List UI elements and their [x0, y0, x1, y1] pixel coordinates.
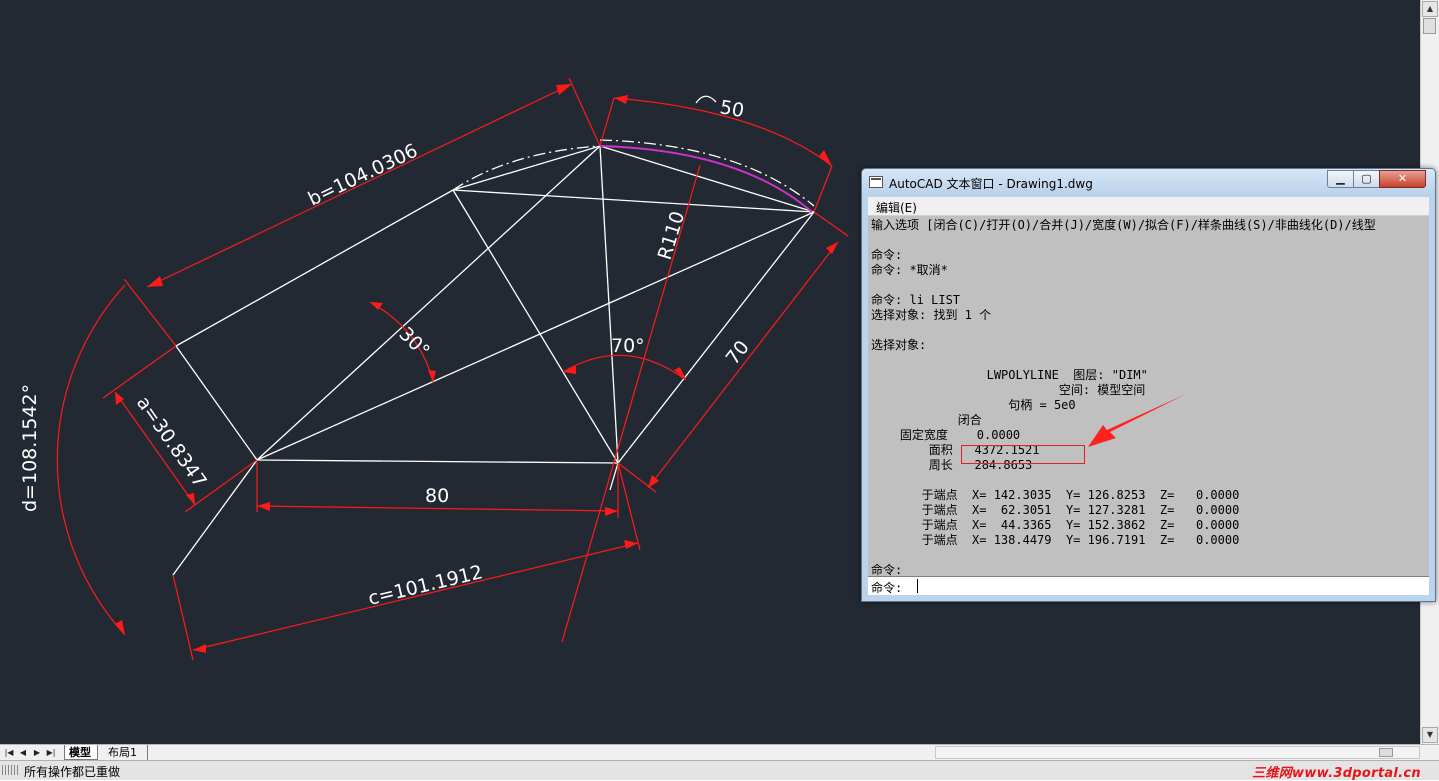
- polygon-outline: [175, 145, 816, 464]
- vertical-scroll-thumb[interactable]: [1423, 18, 1436, 34]
- last-tab-icon[interactable]: ▶|: [45, 746, 57, 759]
- dim-70-angle-text: 70°: [611, 335, 645, 357]
- status-text: 所有操作都已重做: [24, 765, 121, 779]
- history-line: 闭合: [871, 413, 982, 427]
- history-line: 于端点 X= 44.3365 Y= 152.3862 Z= 0.0000: [871, 518, 1240, 532]
- window-app-icon: [869, 176, 883, 188]
- history-line: 句柄 = 5e0: [871, 398, 1076, 412]
- history-line: 于端点 X= 62.3051 Y= 127.3281 Z= 0.0000: [871, 503, 1240, 517]
- horizontal-scroll-thumb[interactable]: [1379, 748, 1393, 757]
- text-window-title: AutoCAD 文本窗口 - Drawing1.dwg: [889, 177, 1093, 191]
- history-line: 命令:: [871, 563, 903, 576]
- history-line: 选择对象:: [871, 338, 927, 352]
- horizontal-scrollbar[interactable]: [935, 746, 1420, 759]
- history-line: 命令:: [871, 248, 903, 262]
- dim-d-text: d=108.1542°: [19, 384, 41, 512]
- text-window-menubar: 编辑(E): [868, 197, 1429, 216]
- history-line: LWPOLYLINE 图层: "DIM": [871, 368, 1148, 382]
- command-input[interactable]: 命令:: [868, 576, 1429, 595]
- tab-layout1[interactable]: 布局1: [104, 745, 148, 760]
- dim-b-text: b=104.0306: [305, 140, 422, 211]
- next-tab-icon[interactable]: ▶: [31, 746, 43, 759]
- scroll-up-arrow-icon[interactable]: ▲: [1422, 1, 1438, 17]
- prev-tab-icon[interactable]: ◀: [17, 746, 29, 759]
- history-line: 于端点 X= 138.4479 Y= 196.7191 Z= 0.0000: [871, 533, 1240, 547]
- text-caret: [917, 579, 918, 593]
- arc-length-symbol: [695, 95, 717, 104]
- dim-r-text: R110: [654, 209, 690, 263]
- status-bar: 所有操作都已重做 三维网www.3dportal.cn: [0, 760, 1439, 781]
- history-line: 命令: li LIST: [871, 293, 961, 307]
- dim-80-text: 80: [425, 485, 449, 507]
- menu-edit[interactable]: 编辑(E): [876, 199, 917, 216]
- history-line: 固定宽度 0.0000: [871, 428, 1021, 442]
- area-highlight-box: [961, 445, 1085, 464]
- close-icon[interactable]: ✕: [1379, 170, 1426, 188]
- dim-70-text: 70: [722, 336, 754, 369]
- tab-model[interactable]: 模型: [64, 745, 98, 760]
- scroll-down-arrow-icon[interactable]: ▼: [1422, 727, 1438, 743]
- dim-arc-text: 50: [718, 96, 746, 122]
- command-history[interactable]: 输入选项 [闭合(C)/打开(O)/合并(J)/宽度(W)/拟合(F)/样条曲线…: [868, 216, 1429, 576]
- history-line: 空间: 模型空间: [871, 383, 1146, 397]
- history-line: 选择对象: 找到 1 个: [871, 308, 992, 322]
- text-window-titlebar[interactable]: AutoCAD 文本窗口 - Drawing1.dwg ▁ ▢ ✕: [862, 169, 1435, 196]
- autocad-text-window[interactable]: AutoCAD 文本窗口 - Drawing1.dwg ▁ ▢ ✕ 编辑(E) …: [861, 168, 1436, 602]
- dim-c-text: c=101.1912: [366, 561, 485, 610]
- layout-tab-bar: |◀ ◀ ▶ ▶| 模型 布局1: [0, 744, 1439, 760]
- history-line: 命令: *取消*: [871, 263, 948, 277]
- command-prompt: 命令:: [871, 581, 903, 595]
- watermark: 三维网www.3dportal.cn: [1252, 766, 1421, 781]
- grip-icon[interactable]: [2, 765, 20, 775]
- dim-a-text: a=30.8347: [132, 392, 211, 492]
- history-line: 输入选项 [闭合(C)/打开(O)/合并(J)/宽度(W)/拟合(F)/样条曲线…: [871, 218, 1376, 232]
- maximize-icon[interactable]: ▢: [1353, 170, 1380, 188]
- minimize-icon[interactable]: ▁: [1327, 170, 1354, 188]
- dimension-texts: b=104.0306 50 R110 30° 70° 70 a=30.8347 …: [19, 96, 754, 610]
- history-line: 于端点 X= 142.3035 Y= 126.8253 Z= 0.0000: [871, 488, 1240, 502]
- first-tab-icon[interactable]: |◀: [3, 746, 15, 759]
